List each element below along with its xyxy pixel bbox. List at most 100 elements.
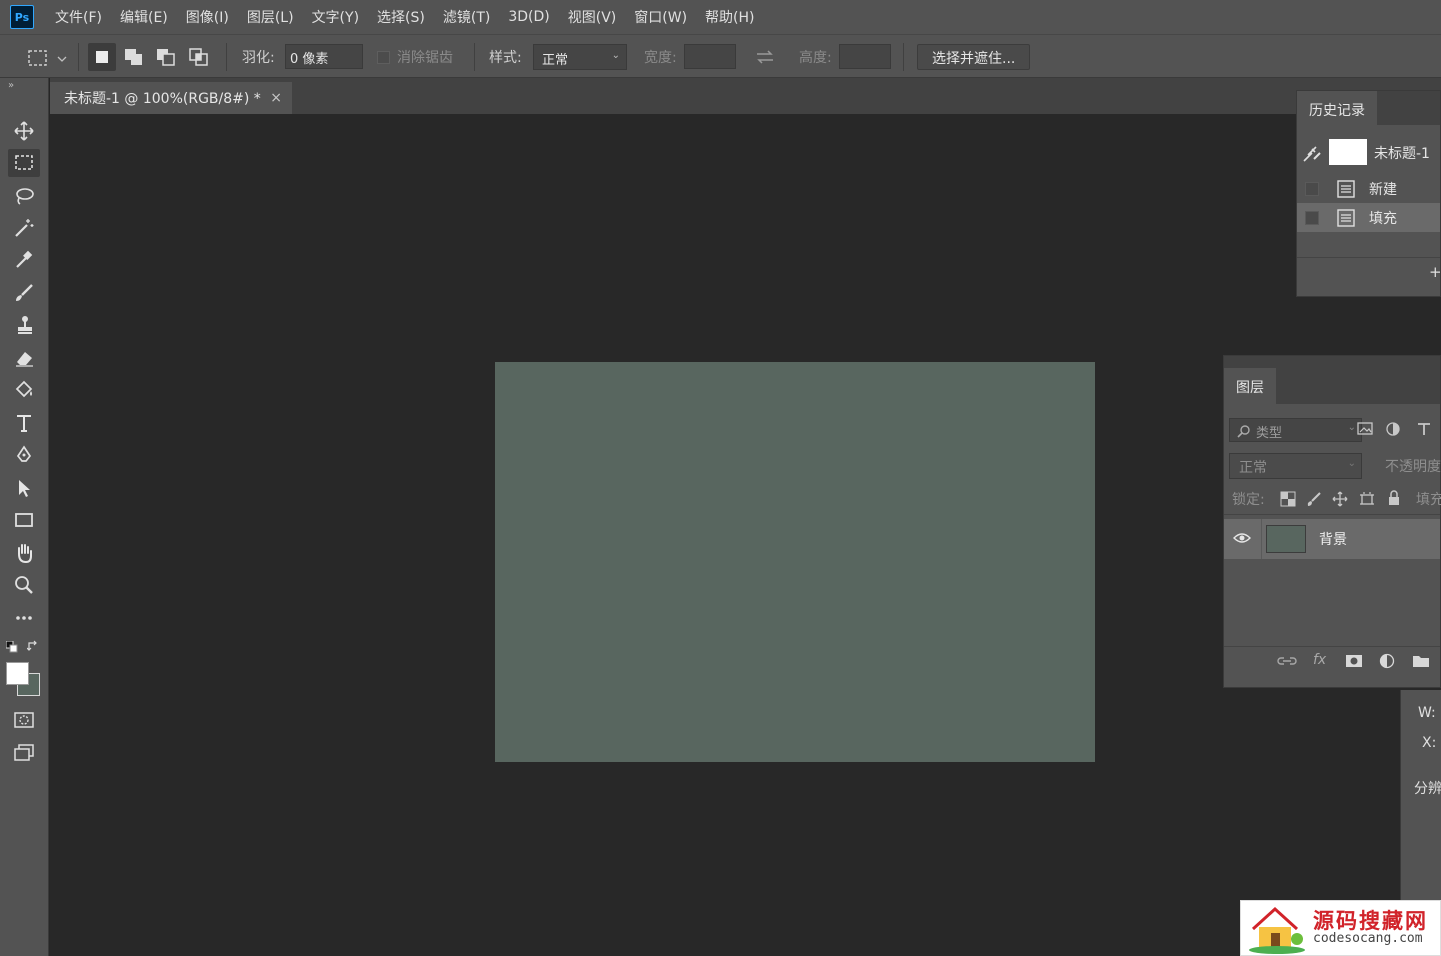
height-input[interactable] xyxy=(839,44,891,69)
paint-bucket-tool[interactable] xyxy=(8,376,40,404)
swap-colors-button[interactable] xyxy=(26,640,41,658)
hand-icon xyxy=(18,544,32,564)
foreground-color-swatch[interactable] xyxy=(6,662,29,685)
magic-wand-tool[interactable] xyxy=(8,214,40,242)
menu-type[interactable]: 文字(Y) xyxy=(312,7,359,27)
stamp-icon xyxy=(18,316,32,334)
ellipsis-icon xyxy=(16,616,32,620)
style-select[interactable]: 正常 ⌄ xyxy=(533,44,627,70)
adjustment-filter-icon[interactable] xyxy=(1385,421,1401,437)
style-select-value: 正常 xyxy=(542,53,569,68)
history-source-checkbox[interactable] xyxy=(1305,181,1319,196)
menu-filter[interactable]: 滤镜(T) xyxy=(443,7,490,27)
eraser-tool[interactable] xyxy=(8,344,40,372)
eye-icon[interactable] xyxy=(1233,531,1251,545)
tool-preset-picker[interactable] xyxy=(26,47,70,69)
rectangle-tool[interactable] xyxy=(8,506,40,534)
chevron-down-icon: ⌄ xyxy=(611,50,620,61)
document-icon xyxy=(1337,179,1355,198)
path-selection-tool[interactable] xyxy=(8,474,40,502)
subtract-selection-button[interactable] xyxy=(152,43,180,71)
x-field-label: X: xyxy=(1422,735,1437,751)
lock-transparent-icon[interactable] xyxy=(1280,491,1296,507)
lock-pixels-icon[interactable] xyxy=(1306,491,1322,507)
menu-file[interactable]: 文件(F) xyxy=(55,7,102,27)
type-tool[interactable] xyxy=(8,409,40,437)
more-tools-button[interactable] xyxy=(8,604,40,632)
history-snapshot[interactable]: 未标题-1 xyxy=(1297,135,1440,171)
magnifier-icon xyxy=(15,576,33,594)
lasso-tool[interactable] xyxy=(8,182,40,210)
menu-window[interactable]: 窗口(W) xyxy=(634,7,687,27)
swap-dimensions-button[interactable] xyxy=(754,48,776,70)
menu-image[interactable]: 图像(I) xyxy=(186,7,229,27)
menu-edit[interactable]: 编辑(E) xyxy=(120,7,168,27)
menu-view[interactable]: 视图(V) xyxy=(568,7,617,27)
tab-history[interactable]: 历史记录 xyxy=(1297,91,1377,125)
menu-layer[interactable]: 图层(L) xyxy=(247,7,294,27)
width-input[interactable] xyxy=(684,44,736,69)
lock-label: 锁定: xyxy=(1232,492,1265,508)
history-tabstrip: 历史记录 xyxy=(1297,91,1440,125)
snapshot-label: 未标题-1 xyxy=(1374,146,1430,162)
new-adjustment-icon[interactable] xyxy=(1379,653,1395,669)
lock-artboard-icon[interactable] xyxy=(1359,491,1375,507)
document-tab[interactable]: 未标题-1 @ 100%(RGB/8#) * × xyxy=(50,82,292,114)
add-selection-button[interactable] xyxy=(120,43,148,71)
document-tab-bar: 未标题-1 @ 100%(RGB/8#) * × xyxy=(50,78,1441,114)
brush-tool[interactable] xyxy=(8,279,40,307)
zoom-tool[interactable] xyxy=(8,571,40,599)
clone-stamp-tool[interactable] xyxy=(8,311,40,339)
select-and-mask-button[interactable]: 选择并遮住... xyxy=(917,44,1031,70)
layer-row-background[interactable]: 背景 xyxy=(1224,519,1440,559)
document-tab-title: 未标题-1 @ 100%(RGB/8#) * xyxy=(64,91,261,107)
pen-icon xyxy=(16,445,32,462)
watermark-url: codesocang.com xyxy=(1313,931,1423,946)
default-colors-button[interactable] xyxy=(5,640,18,657)
blend-mode-value: 正常 xyxy=(1239,460,1267,476)
hand-tool[interactable] xyxy=(8,539,40,567)
marquee-tool[interactable] xyxy=(8,149,40,177)
blend-mode-select[interactable]: 正常 ⌄ xyxy=(1229,453,1362,479)
layers-panel: 图层 类型 ⌄ 正常 ⌄ 不透明度 锁定: 填充 背景 fx xyxy=(1223,355,1441,688)
tab-layers[interactable]: 图层 xyxy=(1224,368,1276,404)
link-layers-icon[interactable] xyxy=(1277,654,1297,668)
history-source-checkbox[interactable] xyxy=(1305,210,1319,225)
antialias-label: 消除锯齿 xyxy=(397,50,453,66)
height-label: 高度: xyxy=(799,50,832,66)
menu-select[interactable]: 选择(S) xyxy=(377,7,425,27)
antialias-checkbox[interactable] xyxy=(377,51,390,64)
layer-filter-select[interactable]: 类型 ⌄ xyxy=(1229,418,1362,442)
collapse-toolbar-icon[interactable]: » xyxy=(8,80,14,91)
menu-3d[interactable]: 3D(D) xyxy=(508,9,549,25)
history-panel: 历史记录 未标题-1 新建 填充 + xyxy=(1296,90,1441,297)
rectangle-icon xyxy=(15,513,33,527)
history-item-fill[interactable]: 填充 xyxy=(1297,203,1440,232)
close-icon[interactable]: × xyxy=(270,90,282,106)
new-selection-icon xyxy=(96,51,108,63)
history-item-new[interactable]: 新建 xyxy=(1297,174,1440,203)
house-logo-icon xyxy=(1249,906,1305,954)
menu-help[interactable]: 帮助(H) xyxy=(705,7,754,27)
fx-icon[interactable]: fx xyxy=(1313,652,1326,668)
pen-tool[interactable] xyxy=(8,441,40,469)
new-snapshot-icon[interactable]: + xyxy=(1429,263,1441,281)
intersect-selection-button[interactable] xyxy=(185,43,213,71)
opacity-label: 不透明度 xyxy=(1385,459,1441,475)
pixel-layer-filter-icon[interactable] xyxy=(1356,421,1374,437)
width-label: 宽度: xyxy=(644,50,677,66)
move-tool[interactable] xyxy=(8,117,40,145)
lock-all-icon[interactable] xyxy=(1387,490,1401,507)
new-group-icon[interactable] xyxy=(1412,654,1430,668)
document-canvas[interactable] xyxy=(495,362,1095,762)
screen-mode-button[interactable] xyxy=(8,739,40,767)
add-selection-icon xyxy=(125,49,142,65)
history-item-label: 新建 xyxy=(1369,181,1397,198)
quick-mask-button[interactable] xyxy=(8,706,40,734)
add-mask-icon[interactable] xyxy=(1345,654,1363,668)
feather-input[interactable]: 0 像素 xyxy=(285,44,363,69)
new-selection-button[interactable] xyxy=(88,43,116,71)
lock-position-icon[interactable] xyxy=(1332,491,1348,507)
type-filter-icon[interactable] xyxy=(1416,421,1432,437)
eyedropper-tool[interactable] xyxy=(8,246,40,274)
